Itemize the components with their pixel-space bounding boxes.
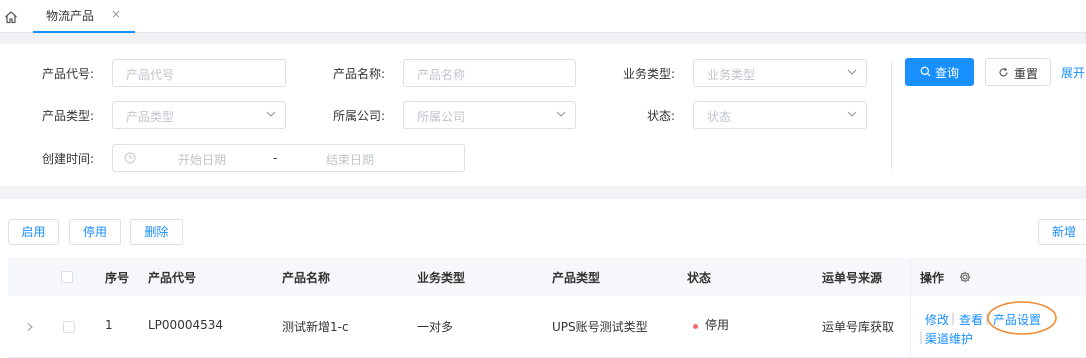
- content-panel: 启用 停用 删除 新增 序号 产品代号 产品名称 业务类型 产品类型 状态 运单…: [0, 199, 1086, 358]
- search-icon: [920, 66, 931, 77]
- reset-button[interactable]: 重置: [985, 58, 1051, 86]
- edit-link[interactable]: 修改: [925, 311, 949, 328]
- cell-waybill-source: 运单号库获取: [822, 320, 895, 334]
- tab-logistics-products[interactable]: 物流产品 ×: [33, 0, 135, 33]
- business-type-label: 业务类型:: [623, 67, 676, 81]
- start-date-placeholder: 开始日期: [178, 153, 227, 167]
- refresh-icon: [999, 67, 1008, 77]
- product-name-input[interactable]: 产品名称: [403, 59, 576, 87]
- channel-maintenance-link[interactable]: 渠道维护: [925, 330, 973, 347]
- ops-separator: |: [951, 311, 956, 325]
- filter-panel: 产品代号: 产品代号 产品名称: 产品名称 业务类型: 业务类型 产品类型: 产…: [0, 44, 1086, 186]
- product-code-placeholder: 产品代号: [126, 68, 175, 82]
- header-waybill-source: 运单号来源: [822, 271, 883, 285]
- chevron-down-icon: [556, 111, 566, 117]
- product-name-placeholder: 产品名称: [417, 68, 466, 82]
- header-status: 状态: [687, 271, 712, 285]
- chevron-down-icon: [266, 111, 276, 117]
- delete-button[interactable]: 删除: [130, 219, 183, 245]
- cell-business-type: 一对多: [417, 320, 454, 334]
- select-all-checkbox[interactable]: [61, 271, 73, 283]
- chevron-down-icon: [847, 111, 857, 117]
- product-settings-link[interactable]: 产品设置: [993, 311, 1041, 328]
- header-seq: 序号: [105, 271, 130, 285]
- header-operations: 操作: [920, 271, 945, 285]
- date-range-separator: -: [273, 151, 278, 165]
- status-dot-icon: [693, 324, 698, 329]
- ops-separator: |: [985, 311, 990, 325]
- disable-button[interactable]: 停用: [69, 219, 121, 245]
- status-select[interactable]: 状态: [693, 101, 867, 129]
- chevron-down-icon: [847, 69, 857, 75]
- cell-seq: 1: [105, 318, 113, 332]
- home-icon[interactable]: [4, 10, 18, 24]
- cell-name: 测试新增1-c: [282, 320, 349, 334]
- company-placeholder: 所属公司: [417, 110, 466, 124]
- header-business-type: 业务类型: [417, 271, 466, 285]
- cell-code: LP00004534: [148, 318, 223, 332]
- filter-divider: [891, 60, 892, 170]
- enable-button[interactable]: 启用: [8, 219, 59, 245]
- created-date-range-picker[interactable]: 开始日期 - 结束日期: [112, 144, 465, 172]
- operations-column: 操作 修改 | 查看 | 产品设置 | 渠道维护: [910, 258, 1086, 358]
- gear-icon[interactable]: [959, 271, 971, 283]
- query-button[interactable]: 查询: [905, 58, 974, 86]
- header-name: 产品名称: [282, 271, 331, 285]
- product-type-label: 产品类型:: [42, 109, 95, 123]
- clock-icon: [124, 152, 136, 164]
- add-button[interactable]: 新增: [1038, 219, 1086, 245]
- business-type-select[interactable]: 业务类型: [693, 59, 867, 87]
- product-code-label: 产品代号:: [42, 67, 95, 81]
- business-type-placeholder: 业务类型: [707, 68, 756, 82]
- chevron-right-icon[interactable]: [25, 322, 35, 332]
- product-name-label: 产品名称:: [333, 67, 386, 81]
- close-icon[interactable]: ×: [111, 7, 121, 21]
- company-select[interactable]: 所属公司: [403, 101, 576, 129]
- tab-label: 物流产品: [46, 9, 95, 23]
- header-product-type: 产品类型: [552, 271, 601, 285]
- created-time-label: 创建时间:: [42, 152, 95, 166]
- cell-status: 停用: [705, 318, 730, 332]
- view-link[interactable]: 查看: [959, 311, 983, 328]
- end-date-placeholder: 结束日期: [326, 153, 375, 167]
- product-type-placeholder: 产品类型: [126, 110, 175, 124]
- expand-link[interactable]: 展开: [1061, 64, 1085, 81]
- query-button-label: 查询: [935, 66, 960, 80]
- product-type-select[interactable]: 产品类型: [112, 101, 286, 129]
- product-code-input[interactable]: 产品代号: [112, 59, 286, 87]
- status-label: 状态:: [647, 109, 676, 123]
- cell-product-type: UPS账号测试类型: [552, 320, 648, 334]
- header-code: 产品代号: [148, 271, 197, 285]
- row-checkbox[interactable]: [63, 321, 75, 333]
- ops-separator: |: [919, 330, 924, 344]
- reset-button-label: 重置: [1014, 67, 1039, 81]
- status-placeholder: 状态: [707, 110, 732, 124]
- company-label: 所属公司:: [333, 109, 386, 123]
- tab-bar: 物流产品 ×: [0, 0, 1086, 33]
